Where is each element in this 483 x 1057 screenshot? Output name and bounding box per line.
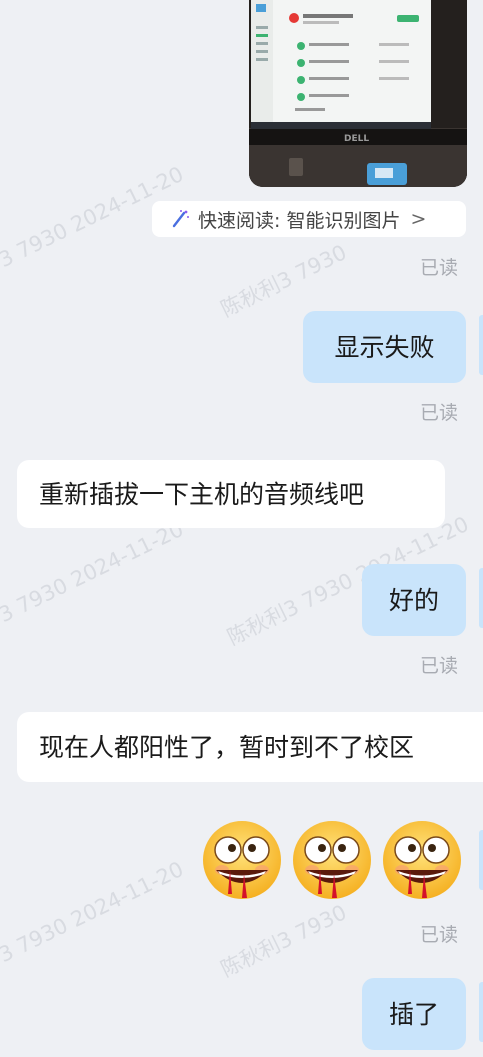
read-receipt: 已读 bbox=[419, 924, 458, 946]
message-bubble-other[interactable]: 重新插拔一下主机的音频线吧 bbox=[17, 460, 445, 528]
read-receipt: 已读 bbox=[419, 257, 458, 279]
drooling-face-emoji-icon bbox=[293, 821, 371, 899]
message-text: 重新插拔一下主机的音频线吧 bbox=[39, 479, 365, 509]
message-text: 好的 bbox=[388, 585, 439, 615]
bubble-edge bbox=[479, 568, 483, 628]
watermark-text: 3 7930 2024-11-20 bbox=[0, 516, 188, 628]
drooling-face-emoji-icon bbox=[383, 821, 461, 899]
quick-read-label: 快速阅读: 智能识别图片 bbox=[198, 209, 401, 232]
message-text: 现在人都阳性了，暂时到不了校区 bbox=[39, 732, 415, 762]
monitor-brand-label: DELL bbox=[344, 134, 369, 144]
read-receipt: 已读 bbox=[419, 402, 458, 424]
watermark-text: 3 7930 2024-11-20 bbox=[0, 856, 188, 968]
bubble-edge bbox=[479, 315, 483, 375]
chevron-right-icon: > bbox=[410, 208, 427, 230]
read-receipt: 已读 bbox=[419, 655, 458, 677]
message-bubble-mine[interactable]: 显示失败 bbox=[303, 311, 466, 383]
message-text: 插了 bbox=[388, 999, 439, 1029]
quick-read-button[interactable]: 快速阅读: 智能识别图片 > bbox=[152, 201, 466, 237]
message-text: 显示失败 bbox=[334, 332, 435, 362]
message-bubble-mine[interactable]: 插了 bbox=[362, 978, 466, 1050]
image-message-monitor-photo[interactable]: DELL bbox=[249, 0, 467, 187]
magic-wand-icon bbox=[170, 209, 190, 229]
emoji-message[interactable] bbox=[198, 818, 468, 902]
bubble-edge bbox=[479, 982, 483, 1042]
message-bubble-mine[interactable]: 好的 bbox=[362, 564, 466, 636]
message-bubble-other[interactable]: 现在人都阳性了，暂时到不了校区 bbox=[17, 712, 483, 782]
bubble-edge bbox=[479, 830, 483, 890]
drooling-face-emoji-icon bbox=[203, 821, 281, 899]
watermark-text: 陈秋利3 7930 bbox=[217, 900, 351, 982]
monitor-photo-illustration: DELL bbox=[249, 0, 467, 187]
